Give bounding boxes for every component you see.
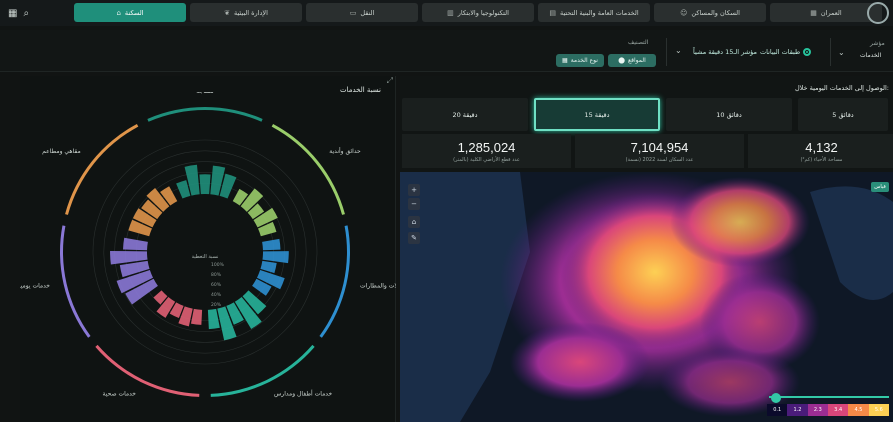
time-20-min-button[interactable]: 20 دقيقة (402, 98, 528, 131)
tab-transport[interactable]: ▭ النقل (306, 3, 418, 22)
axis-tick-label: 60% (211, 282, 222, 288)
heatmap-layer (400, 172, 893, 422)
draw-tool-button[interactable]: ✎ (408, 232, 420, 244)
category-label: خدمات صحية (103, 390, 137, 397)
time-5-min-button[interactable]: 5 دقائق (798, 98, 888, 131)
legend-item: 0.1 (767, 404, 788, 416)
time-filter: 20 دقيقة 15 دقيقة 10 دقائق 5 دقائق (402, 98, 888, 131)
axis-tick-label: 20% (211, 302, 222, 308)
service-bar[interactable] (262, 251, 289, 264)
chevron-down-icon[interactable]: ⌄ (675, 46, 682, 55)
axis-tick-label: 80% (211, 272, 222, 278)
tab-technology[interactable]: ▥ التكنولوجيا والابتكار (422, 3, 534, 22)
search-icon[interactable]: ⌕ (23, 8, 29, 19)
stats-row: 1,285,024 عدد قطع الأراضي الكلية (بالمتر)… (402, 134, 893, 168)
category-label: حدائق وأندية (329, 147, 361, 155)
pin-icon: ⬤ (618, 57, 625, 64)
chevron-down-icon[interactable]: ⌄ (838, 48, 845, 57)
map-badge[interactable]: قياس (871, 182, 889, 192)
heat-core (670, 177, 810, 267)
divider (830, 38, 831, 66)
stat-area: 4,132 مساحة الأحياء (كم²) (748, 134, 893, 168)
chart-icon: ▥ (447, 8, 454, 17)
heatmap-legend: 0.1 1.2 2.3 3.4 4.5 5.6 (767, 404, 889, 416)
leaf-icon: ❦ (224, 8, 230, 17)
category-ring-segment[interactable] (271, 123, 345, 215)
radio-data-layers[interactable]: طبقات البيانات (760, 48, 812, 56)
category-label: التصنيف (628, 39, 649, 46)
sector-tabs: ⌂ السكنة ❦ الإدارة البيئية ▭ النقل ▥ التكنول… (74, 3, 882, 22)
legend-item: 2.3 (807, 404, 828, 416)
category-label: محطات حافلات والمطارات (360, 282, 396, 289)
time-15-min-button[interactable]: 15 دقيقة (534, 98, 660, 131)
axis-tick-label: 40% (211, 292, 222, 298)
service-bar[interactable] (262, 238, 281, 251)
divider (666, 38, 667, 66)
legend-item: 1.2 (787, 404, 808, 416)
radial-service-chart: مساجد حدائق وأندية محطات حافلات والمطارات خ… (20, 92, 396, 397)
slider-handle[interactable] (771, 393, 781, 403)
service-bar[interactable] (190, 308, 203, 325)
category-ring-segment[interactable] (210, 344, 315, 397)
layers-icon[interactable]: ▦ (8, 8, 17, 19)
service-bar[interactable] (199, 174, 211, 195)
access-heading: الوصول إلى الخدمات اليومية خلال: (794, 84, 889, 92)
tab-public-services[interactable]: ▤ الخدمات العامة والبنية التحتية (538, 3, 650, 22)
radio-dot-icon (803, 48, 812, 56)
heatmap-map[interactable]: + − ⌂ ✎ قياس 0.1 1.2 2.3 3.4 4.5 5.6 (400, 172, 893, 422)
radio-15-min-index[interactable]: مؤشر الـ15 دقيقة مشياً (693, 48, 757, 56)
category-label: مساجد (196, 92, 213, 95)
home-icon: ⌂ (116, 8, 121, 17)
chip-service-type[interactable]: ▦ نوع الخدمة (556, 54, 604, 67)
city-icon: ▦ (810, 8, 817, 17)
heat-zone (510, 322, 650, 402)
category-label: خدمات يومية (20, 282, 50, 289)
service-ratio-panel: نسبة الخدمات ⤢ مساجدحدائق وأنديةمحطات حا… (20, 76, 396, 422)
top-left-controls: ▦ ⌕ (0, 0, 60, 26)
zoom-out-button[interactable]: − (408, 198, 420, 210)
logo-icon (867, 2, 889, 24)
inner-axis-label: نسبة التغطية (192, 254, 219, 260)
people-icon: ☺ (680, 8, 688, 17)
index-value[interactable]: الخدمات (860, 52, 881, 59)
grid-icon: ▦ (562, 57, 568, 64)
top-nav-bar: ▦ ⌕ ⌂ السكنة ❦ الإدارة البيئية ▭ النقل ▥ الت… (0, 0, 893, 26)
app-root: ▦ ⌕ ⌂ السكنة ❦ الإدارة البيئية ▭ النقل ▥ الت… (0, 0, 893, 422)
tab-housing[interactable]: ⌂ السكنة (74, 3, 186, 22)
service-bar[interactable] (123, 237, 148, 251)
tab-urban[interactable]: ▦ العمران (770, 3, 882, 22)
legend-item: 4.5 (848, 404, 869, 416)
category-ring-segment[interactable] (59, 225, 91, 338)
home-button[interactable]: ⌂ (408, 216, 420, 228)
category-label: خدمات أطفال ومدارس (274, 389, 332, 397)
category-ring-segment[interactable] (95, 344, 200, 397)
index-label: مؤشر (870, 40, 885, 47)
zoom-in-button[interactable]: + (408, 184, 420, 196)
time-10-min-button[interactable]: 10 دقائق (666, 98, 792, 131)
building-icon: ▤ (549, 8, 556, 17)
stat-population: 7,104,954 عدد السكان لسنة 2022 (نسمة) (575, 134, 744, 168)
bus-icon: ▭ (349, 8, 357, 17)
filter-bar: التصنيف ⬤ المواقع ▦ نوع الخدمة ⌄ مؤشر الـ1… (0, 30, 893, 72)
axis-tick-label: 100% (211, 262, 225, 268)
category-ring-segment[interactable] (319, 225, 350, 338)
category-label: مقاهي ومطاعم (42, 148, 81, 155)
expand-icon[interactable]: ⤢ (387, 76, 393, 86)
category-ring-segment[interactable] (65, 123, 139, 215)
category-ring-segment[interactable] (147, 107, 263, 122)
opacity-slider[interactable] (769, 396, 889, 398)
legend-item: 5.6 (868, 404, 889, 416)
stat-land-plots: 1,285,024 عدد قطع الأراضي الكلية (بالمتر) (402, 134, 571, 168)
tab-population[interactable]: ☺ السكان والمساكن (654, 3, 766, 22)
tab-environment[interactable]: ❦ الإدارة البيئية (190, 3, 302, 22)
legend-item: 3.4 (827, 404, 849, 416)
access-panel: الوصول إلى الخدمات اليومية خلال: 20 دقيق… (400, 76, 893, 422)
chip-sites[interactable]: ⬤ المواقع (608, 54, 656, 67)
service-bar[interactable] (176, 180, 191, 199)
